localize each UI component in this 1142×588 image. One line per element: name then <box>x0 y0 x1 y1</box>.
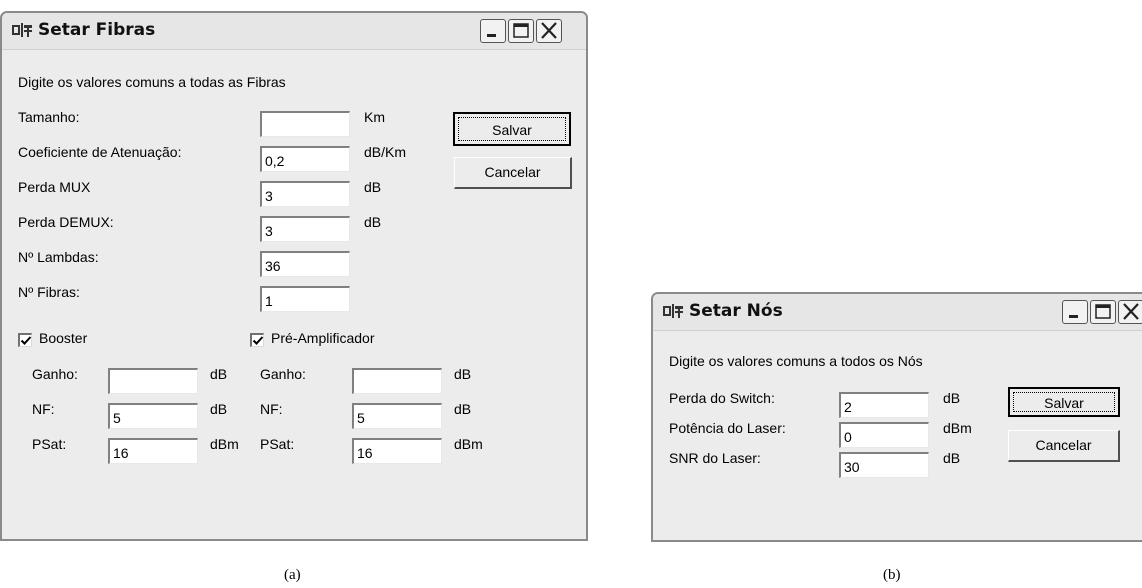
booster-label: Booster <box>39 330 88 346</box>
perda-switch-input[interactable]: 2 <box>839 392 929 418</box>
close-icon <box>1123 303 1139 320</box>
booster-psat-label: PSat: <box>32 436 67 452</box>
checkmark-icon <box>20 336 32 345</box>
pre-amp-nf-input[interactable]: 5 <box>352 403 442 429</box>
cancelar-button[interactable]: Cancelar <box>454 157 572 189</box>
booster-psat-unit: dBm <box>210 436 239 452</box>
window-title: Setar Nós <box>689 301 783 321</box>
perda-switch-unit: dB <box>943 390 961 406</box>
booster-psat-input[interactable]: 16 <box>108 438 198 464</box>
snr-laser-label: SNR do Laser: <box>669 450 761 466</box>
tamanho-label: Tamanho: <box>18 109 80 125</box>
setar-nos-window: Setar Nós Digite os valores comuns a tod… <box>651 292 1142 542</box>
booster-checkbox[interactable] <box>18 333 32 347</box>
lambdas-label: Nº Lambdas: <box>18 249 99 265</box>
coeficiente-unit: dB/Km <box>364 144 407 160</box>
app-icon <box>663 304 683 318</box>
instruction-text: Digite os valores comuns a todas as Fibr… <box>18 74 286 90</box>
potencia-laser-input[interactable]: 0 <box>839 422 929 448</box>
salvar-label: Salvar <box>458 117 566 141</box>
pre-amp-psat-label: PSat: <box>260 436 295 452</box>
snr-laser-input[interactable]: 30 <box>839 452 929 478</box>
salvar-button[interactable]: Salvar <box>1008 387 1120 417</box>
minimize-icon <box>1069 315 1078 318</box>
booster-nf-label: NF: <box>32 401 55 417</box>
lambdas-input[interactable]: 36 <box>260 251 350 277</box>
minimize-button[interactable] <box>480 19 506 43</box>
perda-switch-label: Perda do Switch: <box>669 390 775 406</box>
pre-amplificador-checkbox[interactable] <box>250 333 264 347</box>
tamanho-input[interactable] <box>260 111 350 137</box>
maximize-icon <box>1095 304 1111 319</box>
fibras-label: Nº Fibras: <box>18 284 80 300</box>
close-icon <box>541 22 557 39</box>
perda-demux-unit: dB <box>364 214 382 230</box>
pre-amp-ganho-label: Ganho: <box>260 366 306 382</box>
pre-amp-ganho-input[interactable] <box>352 368 442 394</box>
potencia-laser-label: Potência do Laser: <box>669 420 786 436</box>
setar-fibras-window: Setar Fibras Digite os valores comuns a … <box>0 11 588 541</box>
snr-laser-unit: dB <box>943 450 961 466</box>
pre-amp-nf-unit: dB <box>454 401 472 417</box>
app-icon <box>12 23 32 37</box>
cancelar-button[interactable]: Cancelar <box>1008 430 1120 462</box>
cancelar-label: Cancelar <box>1035 437 1092 453</box>
pre-amplificador-label: Pré-Amplificador <box>271 330 375 346</box>
booster-ganho-input[interactable] <box>108 368 198 394</box>
booster-ganho-unit: dB <box>210 366 228 382</box>
maximize-button[interactable] <box>508 19 534 43</box>
minimize-icon <box>487 34 496 37</box>
coeficiente-label: Coeficiente de Atenuação: <box>18 144 182 160</box>
perda-mux-input[interactable]: 3 <box>260 181 350 207</box>
tamanho-unit: Km <box>364 109 385 125</box>
pre-amp-nf-label: NF: <box>260 401 283 417</box>
maximize-icon <box>513 23 529 38</box>
cancelar-label: Cancelar <box>484 164 541 180</box>
perda-demux-label: Perda DEMUX: <box>18 214 114 230</box>
coeficiente-input[interactable]: 0,2 <box>260 146 350 172</box>
booster-nf-unit: dB <box>210 401 228 417</box>
salvar-label: Salvar <box>1013 392 1115 412</box>
pre-amp-psat-unit: dBm <box>454 436 483 452</box>
checkmark-icon <box>252 336 264 345</box>
perda-mux-unit: dB <box>364 179 382 195</box>
title-bar[interactable]: Setar Fibras <box>2 13 586 50</box>
minimize-button[interactable] <box>1062 300 1088 324</box>
title-bar[interactable]: Setar Nós <box>653 294 1142 331</box>
salvar-button[interactable]: Salvar <box>453 112 571 146</box>
instruction-text: Digite os valores comuns a todos os Nós <box>669 353 923 369</box>
fibras-input[interactable]: 1 <box>260 286 350 312</box>
pre-amp-psat-input[interactable]: 16 <box>352 438 442 464</box>
close-button[interactable] <box>1118 300 1142 324</box>
caption-b: (b) <box>883 567 901 583</box>
pre-amp-ganho-unit: dB <box>454 366 472 382</box>
booster-nf-input[interactable]: 5 <box>108 403 198 429</box>
caption-a: (a) <box>284 567 301 583</box>
maximize-button[interactable] <box>1090 300 1116 324</box>
perda-demux-input[interactable]: 3 <box>260 216 350 242</box>
potencia-laser-unit: dBm <box>943 420 972 436</box>
booster-ganho-label: Ganho: <box>32 366 78 382</box>
window-title: Setar Fibras <box>38 20 156 40</box>
close-button[interactable] <box>536 19 562 43</box>
perda-mux-label: Perda MUX <box>18 179 91 195</box>
